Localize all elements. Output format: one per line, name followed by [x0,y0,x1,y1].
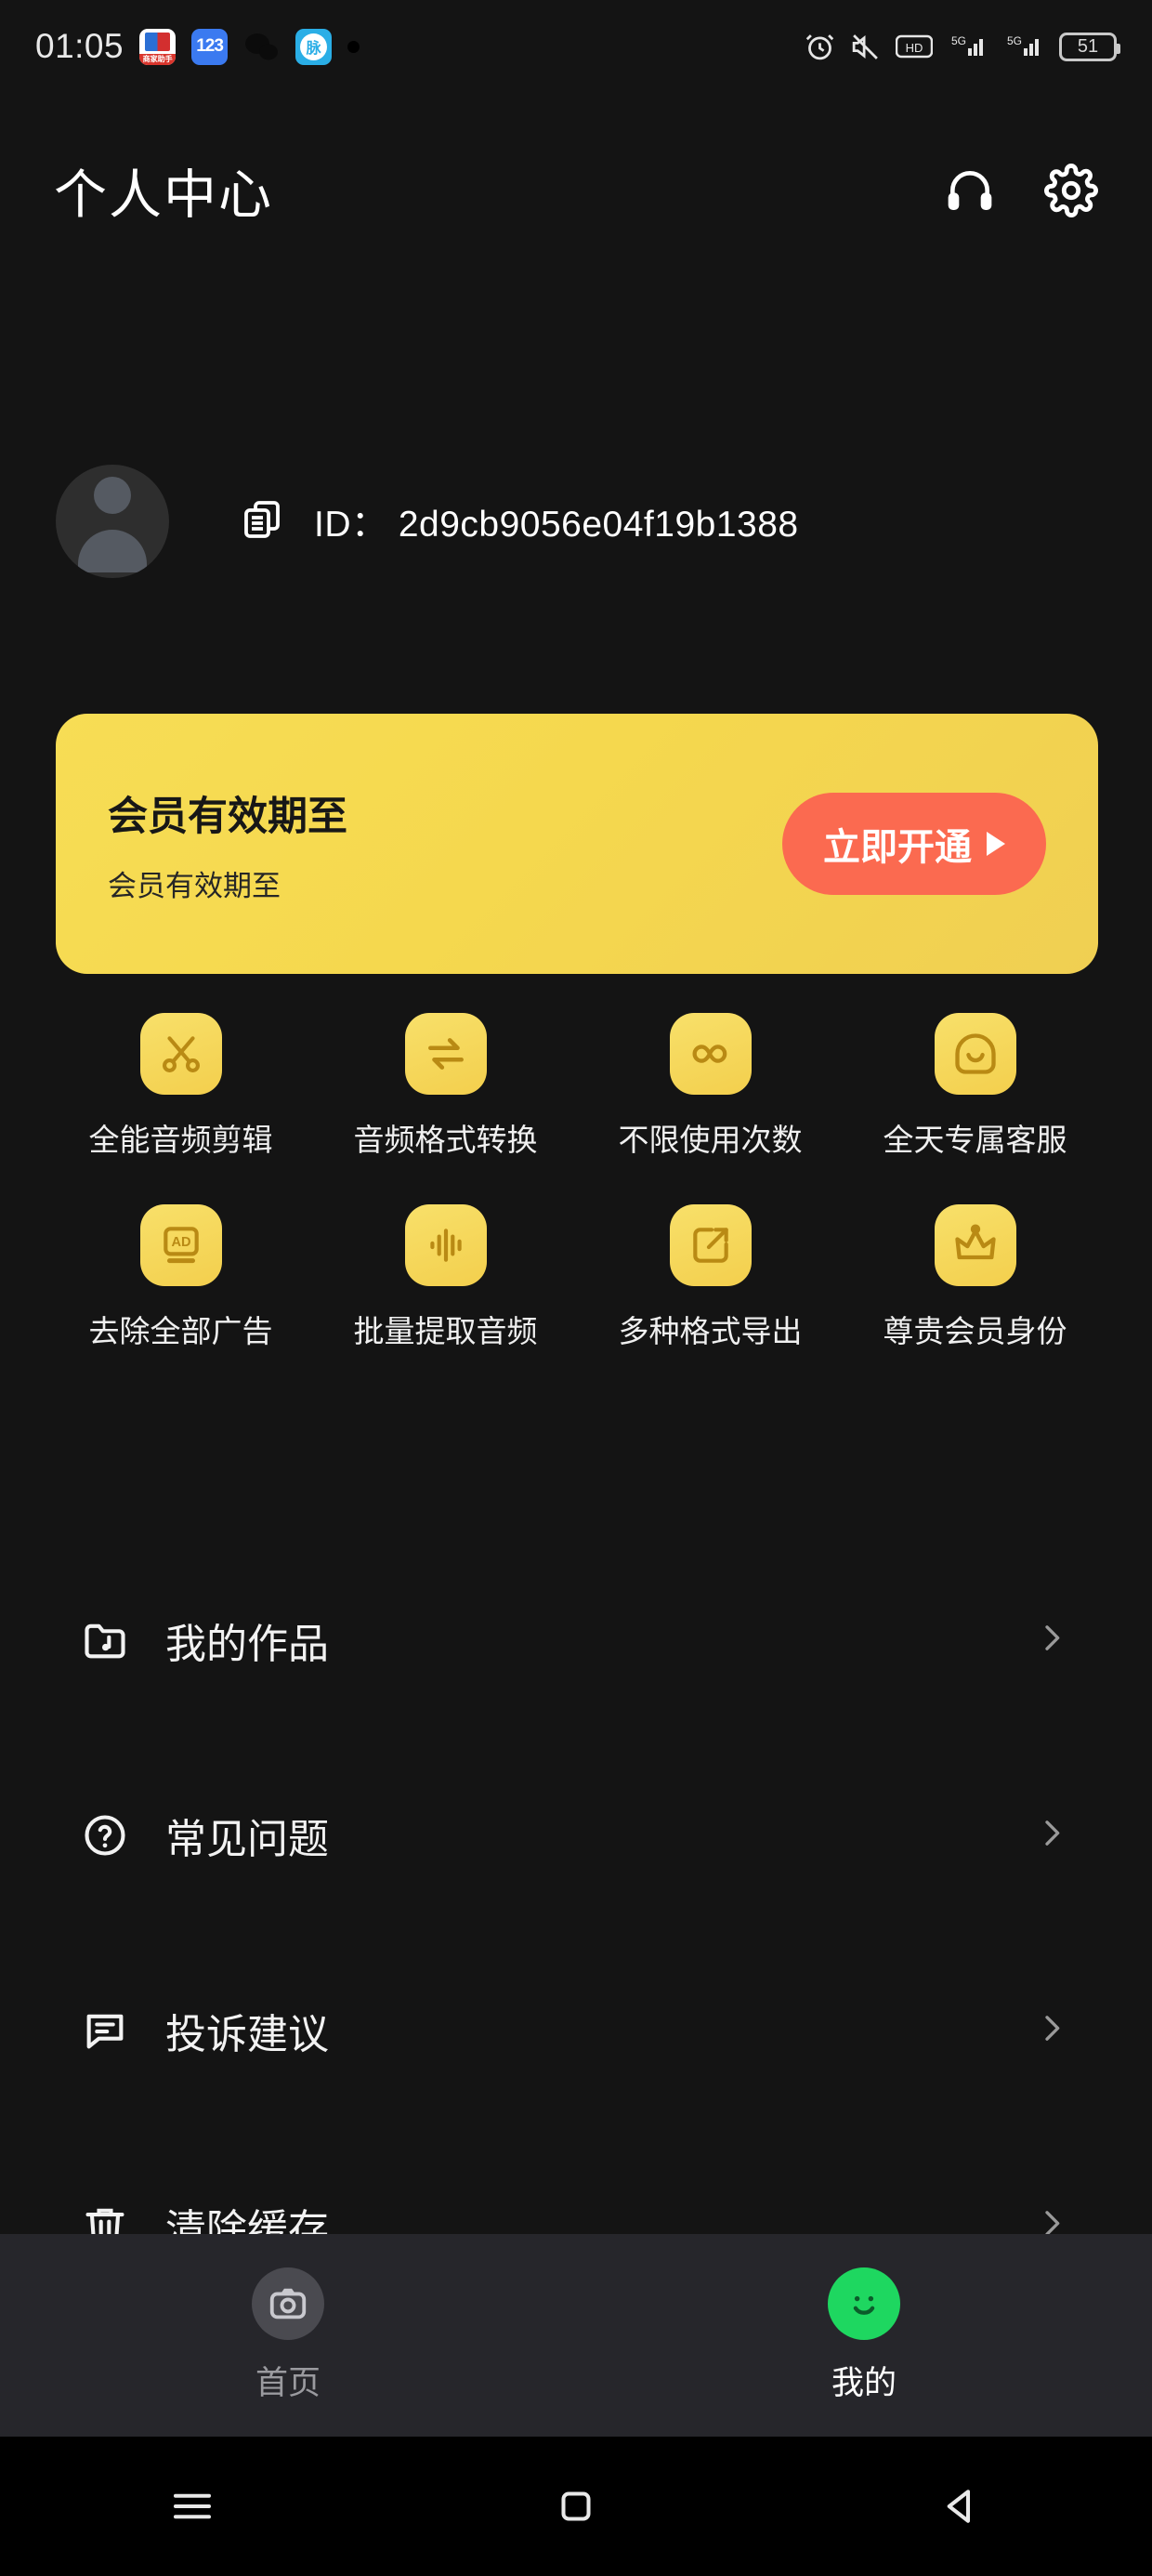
feature-item-audio-edit[interactable]: 全能音频剪辑 [48,1013,313,1160]
svg-text:5G: 5G [1007,34,1022,47]
feature-label: 批量提取音频 [353,1314,538,1348]
feature-label: 去除全部广告 [88,1314,273,1348]
vip-banner[interactable]: 会员有效期至 会员有效期至 立即开通 [56,714,1098,974]
tab-mine[interactable]: 我的 [576,2234,1152,2437]
scissors-icon [139,1013,222,1095]
menu-item-feedback[interactable]: 投诉建议 [56,1933,1096,2128]
features-grid: 全能音频剪辑 音频格式转换 不限使用次数 全天专属客服 AD 去除全部广告 批量… [48,1013,1107,1351]
swap-arrows-icon [404,1013,487,1095]
feature-item-export[interactable]: 多种格式导出 [578,1204,843,1351]
alarm-icon [805,32,835,62]
feature-item-no-ads[interactable]: AD 去除全部广告 [48,1204,313,1351]
home-square-icon[interactable] [551,2481,601,2531]
copy-icon[interactable] [240,497,284,546]
export-share-icon [669,1204,752,1286]
waveform-icon [404,1204,487,1286]
svg-text:5G: 5G [951,34,966,47]
menu-item-faq[interactable]: 常见问题 [56,1738,1096,1933]
maimai-label: 脉 [300,33,328,60]
phone-screen: 01:05 商家助手 123 脉 HD 5G 5G 51 个人中心 ID： 2d… [0,0,1152,2576]
status-bar: 01:05 商家助手 123 脉 HD 5G 5G 51 [0,0,1152,93]
ad-block-icon: AD [139,1204,222,1286]
question-circle-icon [76,1811,134,1860]
android-nav-bar [0,2437,1152,2576]
feature-label: 多种格式导出 [618,1314,803,1348]
hd-icon: HD [896,33,933,59]
cloud123-label: 123 [196,36,224,56]
feature-item-unlimited[interactable]: 不限使用次数 [578,1013,843,1160]
merchant-assistant-label: 商家助手 [139,53,177,65]
svg-text:AD: AD [171,1235,190,1250]
signal-5g-secondary-icon: 5G [1003,32,1044,62]
recents-menu-icon[interactable] [167,2481,217,2531]
feature-label: 全天专属客服 [883,1123,1067,1157]
status-bar-clock: 01:05 [35,27,124,65]
headset-icon[interactable] [944,164,996,217]
tab-home[interactable]: 首页 [0,2234,576,2437]
battery-level: 51 [1077,35,1099,57]
chevron-right-icon [1033,1815,1070,1857]
maimai-icon: 脉 [295,28,333,65]
home-camera-icon [252,2267,324,2340]
status-bar-left: 01:05 商家助手 123 脉 [35,27,360,66]
play-triangle-icon [987,832,1005,856]
feature-label: 尊贵会员身份 [883,1314,1067,1348]
vip-subtitle: 会员有效期至 [108,869,281,902]
gear-icon[interactable] [1044,164,1098,217]
activate-vip-button[interactable]: 立即开通 [782,793,1046,895]
back-triangle-icon[interactable] [935,2481,985,2531]
vip-banner-texts: 会员有效期至 会员有效期至 [108,784,347,904]
status-bar-right: HD 5G 5G 51 [805,32,1120,62]
app-header: 个人中心 [0,139,1152,242]
chevron-right-icon [1033,1620,1070,1662]
menu-item-label: 常见问题 [165,1817,329,1862]
headset-chat-icon [934,1013,1016,1095]
menu-item-my-works[interactable]: 我的作品 [56,1543,1096,1738]
bottom-tab-bar: 首页 我的 [0,2234,1152,2437]
svg-text:HD: HD [906,41,923,55]
activate-vip-label: 立即开通 [823,827,972,868]
feature-item-support[interactable]: 全天专属客服 [843,1013,1107,1160]
battery-indicator: 51 [1059,32,1120,61]
mute-icon [850,32,881,62]
header-actions [944,164,1098,217]
user-id-text[interactable]: ID： 2d9cb9056e04f19b1388 [314,495,799,547]
feature-item-format-convert[interactable]: 音频格式转换 [313,1013,578,1160]
tab-label: 我的 [831,2364,897,2401]
wechat-icon [243,29,280,65]
feature-label: 音频格式转换 [353,1123,538,1157]
feedback-message-icon [76,2006,134,2055]
signal-5g-icon: 5G [948,32,988,62]
menu-item-label: 我的作品 [165,1622,329,1667]
avatar[interactable] [56,465,169,578]
merchant-assistant-icon: 商家助手 [139,28,177,65]
smiley-face-icon [828,2267,900,2340]
page-title: 个人中心 [54,165,273,225]
vip-title: 会员有效期至 [108,794,347,839]
folder-music-icon [76,1616,134,1664]
cloud123-icon: 123 [191,28,229,65]
menu-list: 我的作品 常见问题 投诉建议 清除缓存 [0,1543,1152,2323]
feature-label: 全能音频剪辑 [88,1123,273,1157]
feature-item-vip-badge[interactable]: 尊贵会员身份 [843,1204,1107,1351]
chevron-right-icon [1033,2010,1070,2052]
infinity-icon [669,1013,752,1095]
crown-icon [934,1204,1016,1286]
profile-row: ID： 2d9cb9056e04f19b1388 [0,465,1152,578]
notification-dot-icon [347,40,360,53]
feature-item-batch-extract[interactable]: 批量提取音频 [313,1204,578,1351]
menu-item-label: 投诉建议 [165,2012,329,2057]
tab-label: 首页 [255,2364,321,2401]
feature-label: 不限使用次数 [618,1123,803,1157]
